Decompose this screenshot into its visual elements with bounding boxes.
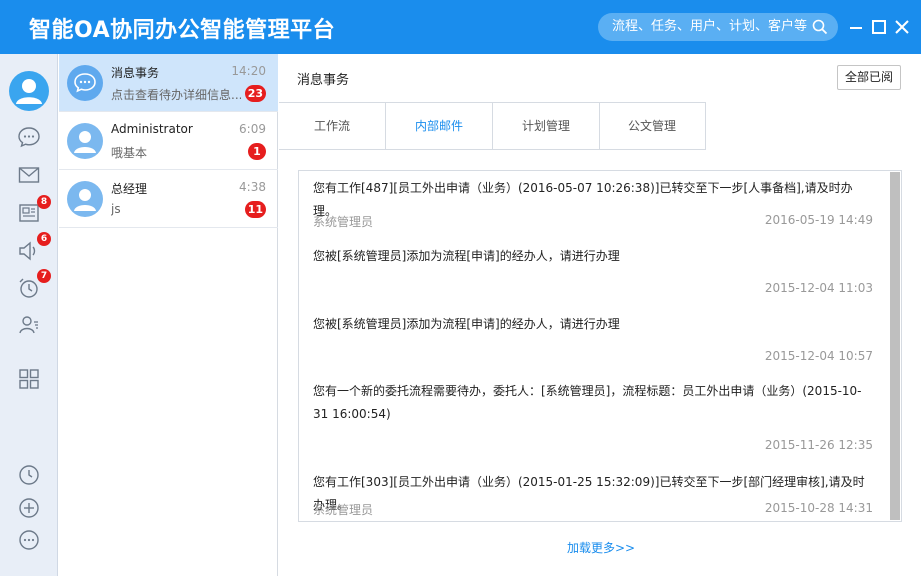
search-icon[interactable] [812,19,828,35]
unread-badge: 23 [244,85,266,102]
unread-badge: 1 [248,143,266,160]
user-icon [74,131,96,153]
search-box[interactable]: 流程、任务、用户、计划、客户等 [598,13,838,41]
list-item[interactable]: 您被[系统管理员]添加为流程[申请]的经办人，请进行办理 2015-12-04 … [313,313,873,363]
message-sender: 系统管理员 [313,503,374,517]
close-icon[interactable] [894,19,910,35]
conversation-time: 4:38 [239,180,266,194]
mail-icon[interactable] [17,163,41,187]
list-item[interactable]: 您有工作[487][员工外出申请（业务）(2016-05-07 10:26:38… [313,177,873,229]
conversation-item[interactable]: Administrator 6:09 哦基本 1 [59,112,278,170]
reminder-badge: 7 [37,269,51,283]
list-item[interactable]: 您被[系统管理员]添加为流程[申请]的经办人，请进行办理 2015-12-04 … [313,245,873,295]
conversation-preview: js [111,202,121,216]
conversation-name: Administrator [111,122,193,136]
message-text: 您有一个新的委托流程需要待办，委托人：[系统管理员]，流程标题：员工外出申请（业… [313,384,862,421]
tab-bar: 工作流 内部邮件 计划管理 公文管理 [279,102,706,150]
message-date: 2016-05-19 14:49 [764,213,873,227]
conversation-name: 消息事务 [111,66,160,80]
add-circle-icon[interactable] [17,496,41,520]
conversation-list: 消息事务 14:20 点击查看待办详细信息... 23 Administrato… [59,54,278,576]
list-item[interactable]: 您有工作[303][员工外出申请（业务）(2015-01-25 15:32:09… [313,471,873,517]
maximize-icon[interactable] [871,19,887,35]
list-item[interactable]: 您有一个新的委托流程需要待办，委托人：[系统管理员]，流程标题：员工外出申请（业… [313,380,873,452]
minimize-icon[interactable] [848,19,864,35]
user-avatar[interactable] [9,71,49,111]
conversation-name: 总经理 [111,182,148,196]
more-circle-icon[interactable] [17,528,41,552]
message-date: 2015-11-26 12:35 [764,438,873,452]
history-clock-icon[interactable] [17,463,41,487]
message-list: 您有工作[487][员工外出申请（业务）(2016-05-07 10:26:38… [298,170,902,522]
message-avatar [67,65,103,101]
contact-avatar [67,123,103,159]
message-date: 2015-12-04 10:57 [764,349,873,363]
message-text: 您被[系统管理员]添加为流程[申请]的经办人，请进行办理 [313,249,620,263]
load-more-link[interactable]: 加载更多>> [567,539,635,556]
page-title: 消息事务 [297,73,350,88]
scrollbar[interactable] [890,172,900,520]
tab-workflow[interactable]: 工作流 [279,103,386,149]
user-icon [16,79,42,104]
conversation-preview: 哦基本 [111,146,148,160]
user-icon [74,189,96,211]
chat-bubble-icon [74,73,96,93]
conversation-item[interactable]: 消息事务 14:20 点击查看待办详细信息... 23 [59,54,278,112]
apps-grid-icon[interactable] [17,367,41,391]
contacts-icon[interactable] [17,313,41,337]
tab-document-management[interactable]: 公文管理 [600,103,704,149]
title-bar: 智能OA协同办公智能管理平台 流程、任务、用户、计划、客户等 [0,0,921,54]
unread-badge: 11 [244,201,266,218]
chat-icon[interactable] [17,125,41,149]
search-placeholder: 流程、任务、用户、计划、客户等 [612,19,808,34]
message-text: 您被[系统管理员]添加为流程[申请]的经办人，请进行办理 [313,317,620,331]
conversation-item[interactable]: 总经理 4:38 js 11 [59,170,278,228]
tab-internal-mail[interactable]: 内部邮件 [386,103,493,149]
message-sender: 系统管理员 [313,215,374,229]
mark-all-read-button[interactable]: 全部已阅 [837,65,901,90]
message-date: 2015-12-04 11:03 [764,281,873,295]
tab-plan-management[interactable]: 计划管理 [493,103,600,149]
sidebar: 8 6 7 [0,54,58,576]
conversation-time: 6:09 [239,122,266,136]
app-title: 智能OA协同办公智能管理平台 [29,18,336,43]
main-panel: 消息事务 全部已阅 工作流 内部邮件 计划管理 公文管理 您有工作[487][员… [279,54,921,576]
conversation-preview: 点击查看待办详细信息... [111,88,241,102]
news-badge: 8 [37,195,51,209]
contact-avatar [67,181,103,217]
message-date: 2015-10-28 14:31 [764,501,873,515]
conversation-time: 14:20 [231,64,266,78]
notice-badge: 6 [37,232,51,246]
